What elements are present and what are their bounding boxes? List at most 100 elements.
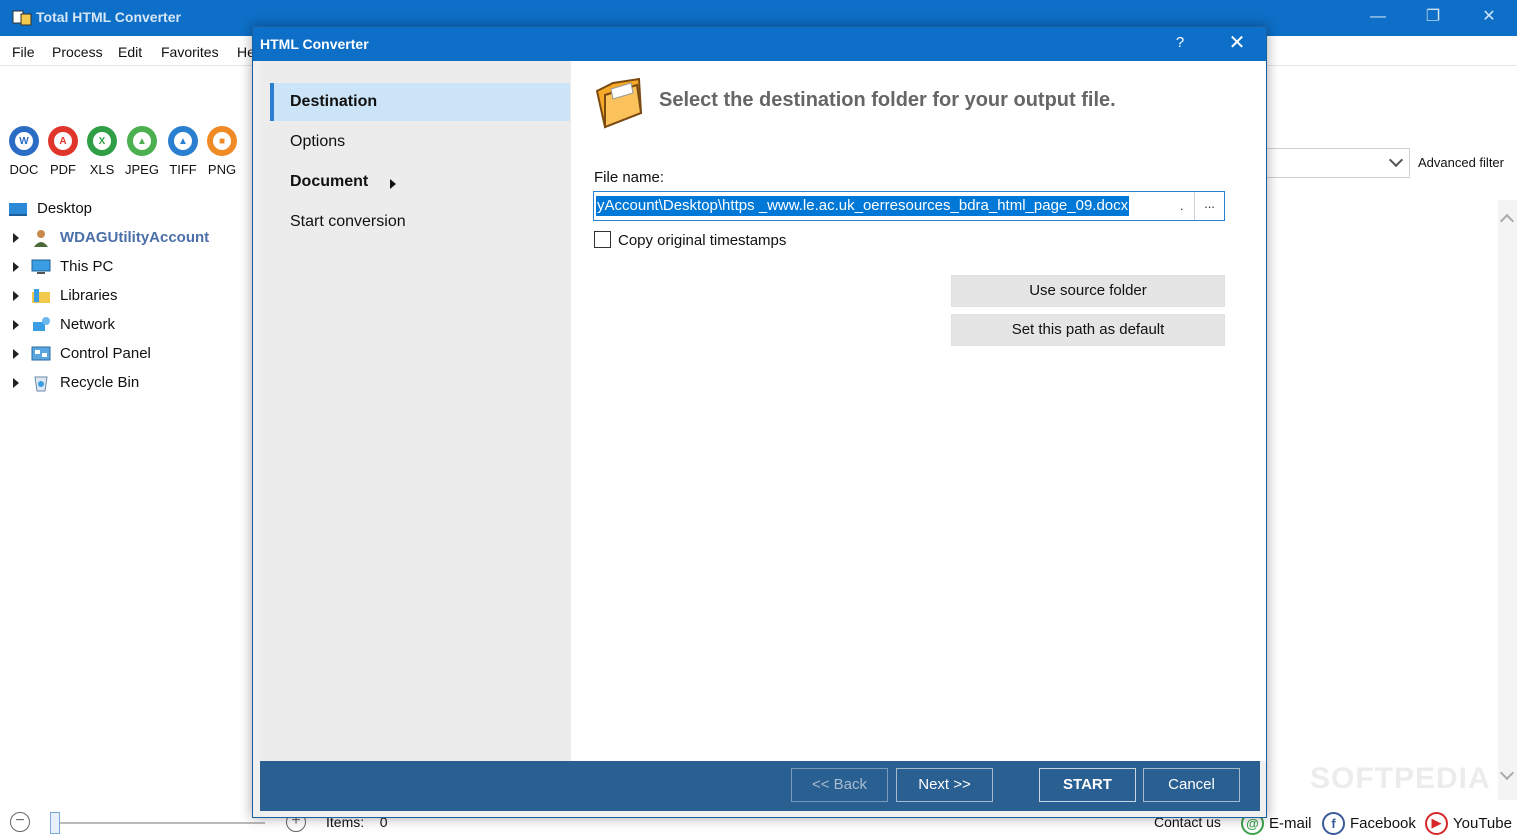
copy-timestamps-label[interactable]: Copy original timestamps: [618, 232, 786, 249]
recycle-bin-icon: [34, 376, 48, 392]
app-icon: [12, 10, 32, 26]
youtube-link[interactable]: ▶ YouTube: [1425, 810, 1512, 836]
youtube-icon: ▶: [1425, 811, 1448, 835]
back-button[interactable]: << Back: [791, 768, 888, 802]
computer-icon: [31, 259, 51, 274]
tiff-image-icon: ▲: [168, 126, 198, 156]
email-label: E-mail: [1269, 814, 1312, 832]
page-heading: Select the destination folder for your o…: [659, 89, 1116, 111]
nav-label: Document: [290, 173, 369, 190]
tree-item-desktop[interactable]: Desktop: [8, 196, 253, 222]
tree-item-libraries[interactable]: Libraries: [8, 283, 253, 309]
png-image-icon: ■: [207, 126, 237, 156]
scroll-up-icon[interactable]: [1499, 213, 1515, 229]
tiff-format-button[interactable]: ▲ TIFF: [165, 126, 201, 177]
browse-button[interactable]: ...: [1194, 192, 1224, 220]
expand-arrow-icon[interactable]: [13, 233, 19, 243]
start-label: START: [1063, 776, 1112, 793]
tree-label: Recycle Bin: [60, 374, 140, 391]
tree-label: This PC: [60, 258, 114, 275]
copy-timestamps-checkbox[interactable]: [594, 231, 611, 248]
tree-item-wdagutilityaccount[interactable]: WDAGUtilityAccount: [8, 225, 253, 251]
file-name-input[interactable]: yAccount\Desktop\https _www.le.ac.uk_oer…: [593, 191, 1225, 221]
file-name-label: File name:: [594, 169, 665, 186]
libraries-icon: [32, 289, 50, 303]
file-list-scrollbar[interactable]: [1498, 200, 1517, 800]
file-name-value: yAccount\Desktop\https _www.le.ac.uk_oer…: [596, 196, 1130, 216]
dialog-close-icon[interactable]: ✕: [1219, 27, 1255, 61]
dialog-footer: << Back Next >> START Cancel: [260, 761, 1260, 811]
zoom-slider-track[interactable]: [50, 822, 265, 824]
jpeg-image-icon: ▲: [127, 126, 157, 156]
nav-label: Destination: [290, 93, 378, 110]
pdf-icon: A: [48, 126, 78, 156]
tree-label: Network: [60, 316, 116, 333]
user-icon: [34, 230, 48, 247]
facebook-link[interactable]: f Facebook: [1322, 810, 1416, 836]
tree-item-this-pc[interactable]: This PC: [8, 254, 253, 280]
restore-icon[interactable]: ❐: [1405, 0, 1461, 36]
tree-item-control-panel[interactable]: Control Panel: [8, 341, 253, 367]
youtube-label: YouTube: [1453, 814, 1512, 832]
next-label: Next >>: [918, 776, 971, 793]
doc-format-button[interactable]: W DOC: [6, 126, 42, 177]
tree-label: Libraries: [60, 287, 118, 304]
menu-favorites[interactable]: Favorites: [161, 44, 219, 60]
facebook-label: Facebook: [1350, 814, 1416, 832]
network-icon: [33, 317, 50, 331]
nav-options[interactable]: Options: [270, 123, 570, 161]
nav-document[interactable]: Document: [270, 163, 570, 201]
expand-arrow-icon[interactable]: [13, 378, 19, 388]
nav-label: Options: [290, 133, 346, 150]
cancel-label: Cancel: [1168, 776, 1215, 793]
close-icon[interactable]: ✕: [1461, 0, 1517, 36]
expand-arrow-icon[interactable]: [13, 349, 19, 359]
tree-item-network[interactable]: Network: [8, 312, 253, 338]
expand-arrow-icon[interactable]: [13, 291, 19, 301]
use-source-folder-button[interactable]: Use source folder: [951, 275, 1225, 307]
start-button[interactable]: START: [1039, 768, 1136, 802]
chevron-down-icon: [1388, 152, 1404, 168]
menu-edit[interactable]: Edit: [118, 44, 142, 60]
nav-label: Start conversion: [290, 213, 406, 230]
dialog-titlebar: HTML Converter ? ✕: [253, 27, 1266, 61]
tree-item-recycle-bin[interactable]: Recycle Bin: [8, 370, 253, 396]
expand-arrow-icon[interactable]: [13, 320, 19, 330]
tree-label: Desktop: [37, 200, 93, 217]
facebook-icon: f: [1322, 811, 1345, 835]
xls-format-button[interactable]: X XLS: [84, 126, 120, 177]
cancel-button[interactable]: Cancel: [1143, 768, 1240, 802]
control-panel-icon: [31, 346, 51, 361]
minimize-icon[interactable]: —: [1350, 0, 1406, 36]
filter-dropdown[interactable]: [1264, 148, 1410, 178]
next-button[interactable]: Next >>: [896, 768, 993, 802]
tree-label: WDAGUtilityAccount: [60, 229, 210, 246]
submenu-arrow-icon: [390, 179, 396, 189]
watermark: SOFTPEDIA: [1310, 762, 1491, 795]
png-format-button[interactable]: ■ PNG: [204, 126, 240, 177]
folder-icon: [595, 77, 643, 129]
jpeg-format-button[interactable]: ▲ JPEG: [124, 126, 160, 177]
dialog-title: HTML Converter: [260, 36, 369, 52]
nav-destination[interactable]: Destination: [270, 83, 570, 121]
help-icon[interactable]: ?: [1163, 27, 1197, 61]
menu-file[interactable]: File: [12, 44, 35, 60]
zoom-slider-thumb[interactable]: [50, 812, 60, 834]
set-default-path-button[interactable]: Set this path as default: [951, 314, 1225, 346]
expand-arrow-icon[interactable]: [13, 262, 19, 272]
html-converter-dialog: HTML Converter ? ✕ Destination Options D…: [252, 26, 1267, 818]
destination-page: Select the destination folder for your o…: [571, 61, 1266, 761]
tree-label: Control Panel: [60, 345, 151, 362]
advanced-filter-link[interactable]: Advanced filter: [1418, 155, 1504, 170]
app-title: Total HTML Converter: [36, 9, 181, 25]
menu-process[interactable]: Process: [52, 44, 103, 60]
wizard-nav: Destination Options Document Start conve…: [260, 61, 571, 761]
desktop-icon: [9, 203, 27, 216]
nav-start-conversion[interactable]: Start conversion: [270, 203, 570, 241]
excel-icon: X: [87, 126, 117, 156]
scroll-down-icon[interactable]: [1499, 765, 1515, 781]
pdf-format-button[interactable]: A PDF: [45, 126, 81, 177]
dropdown-dot: .: [1180, 198, 1184, 213]
zoom-out-icon[interactable]: −: [10, 812, 30, 832]
word-icon: W: [9, 126, 39, 156]
